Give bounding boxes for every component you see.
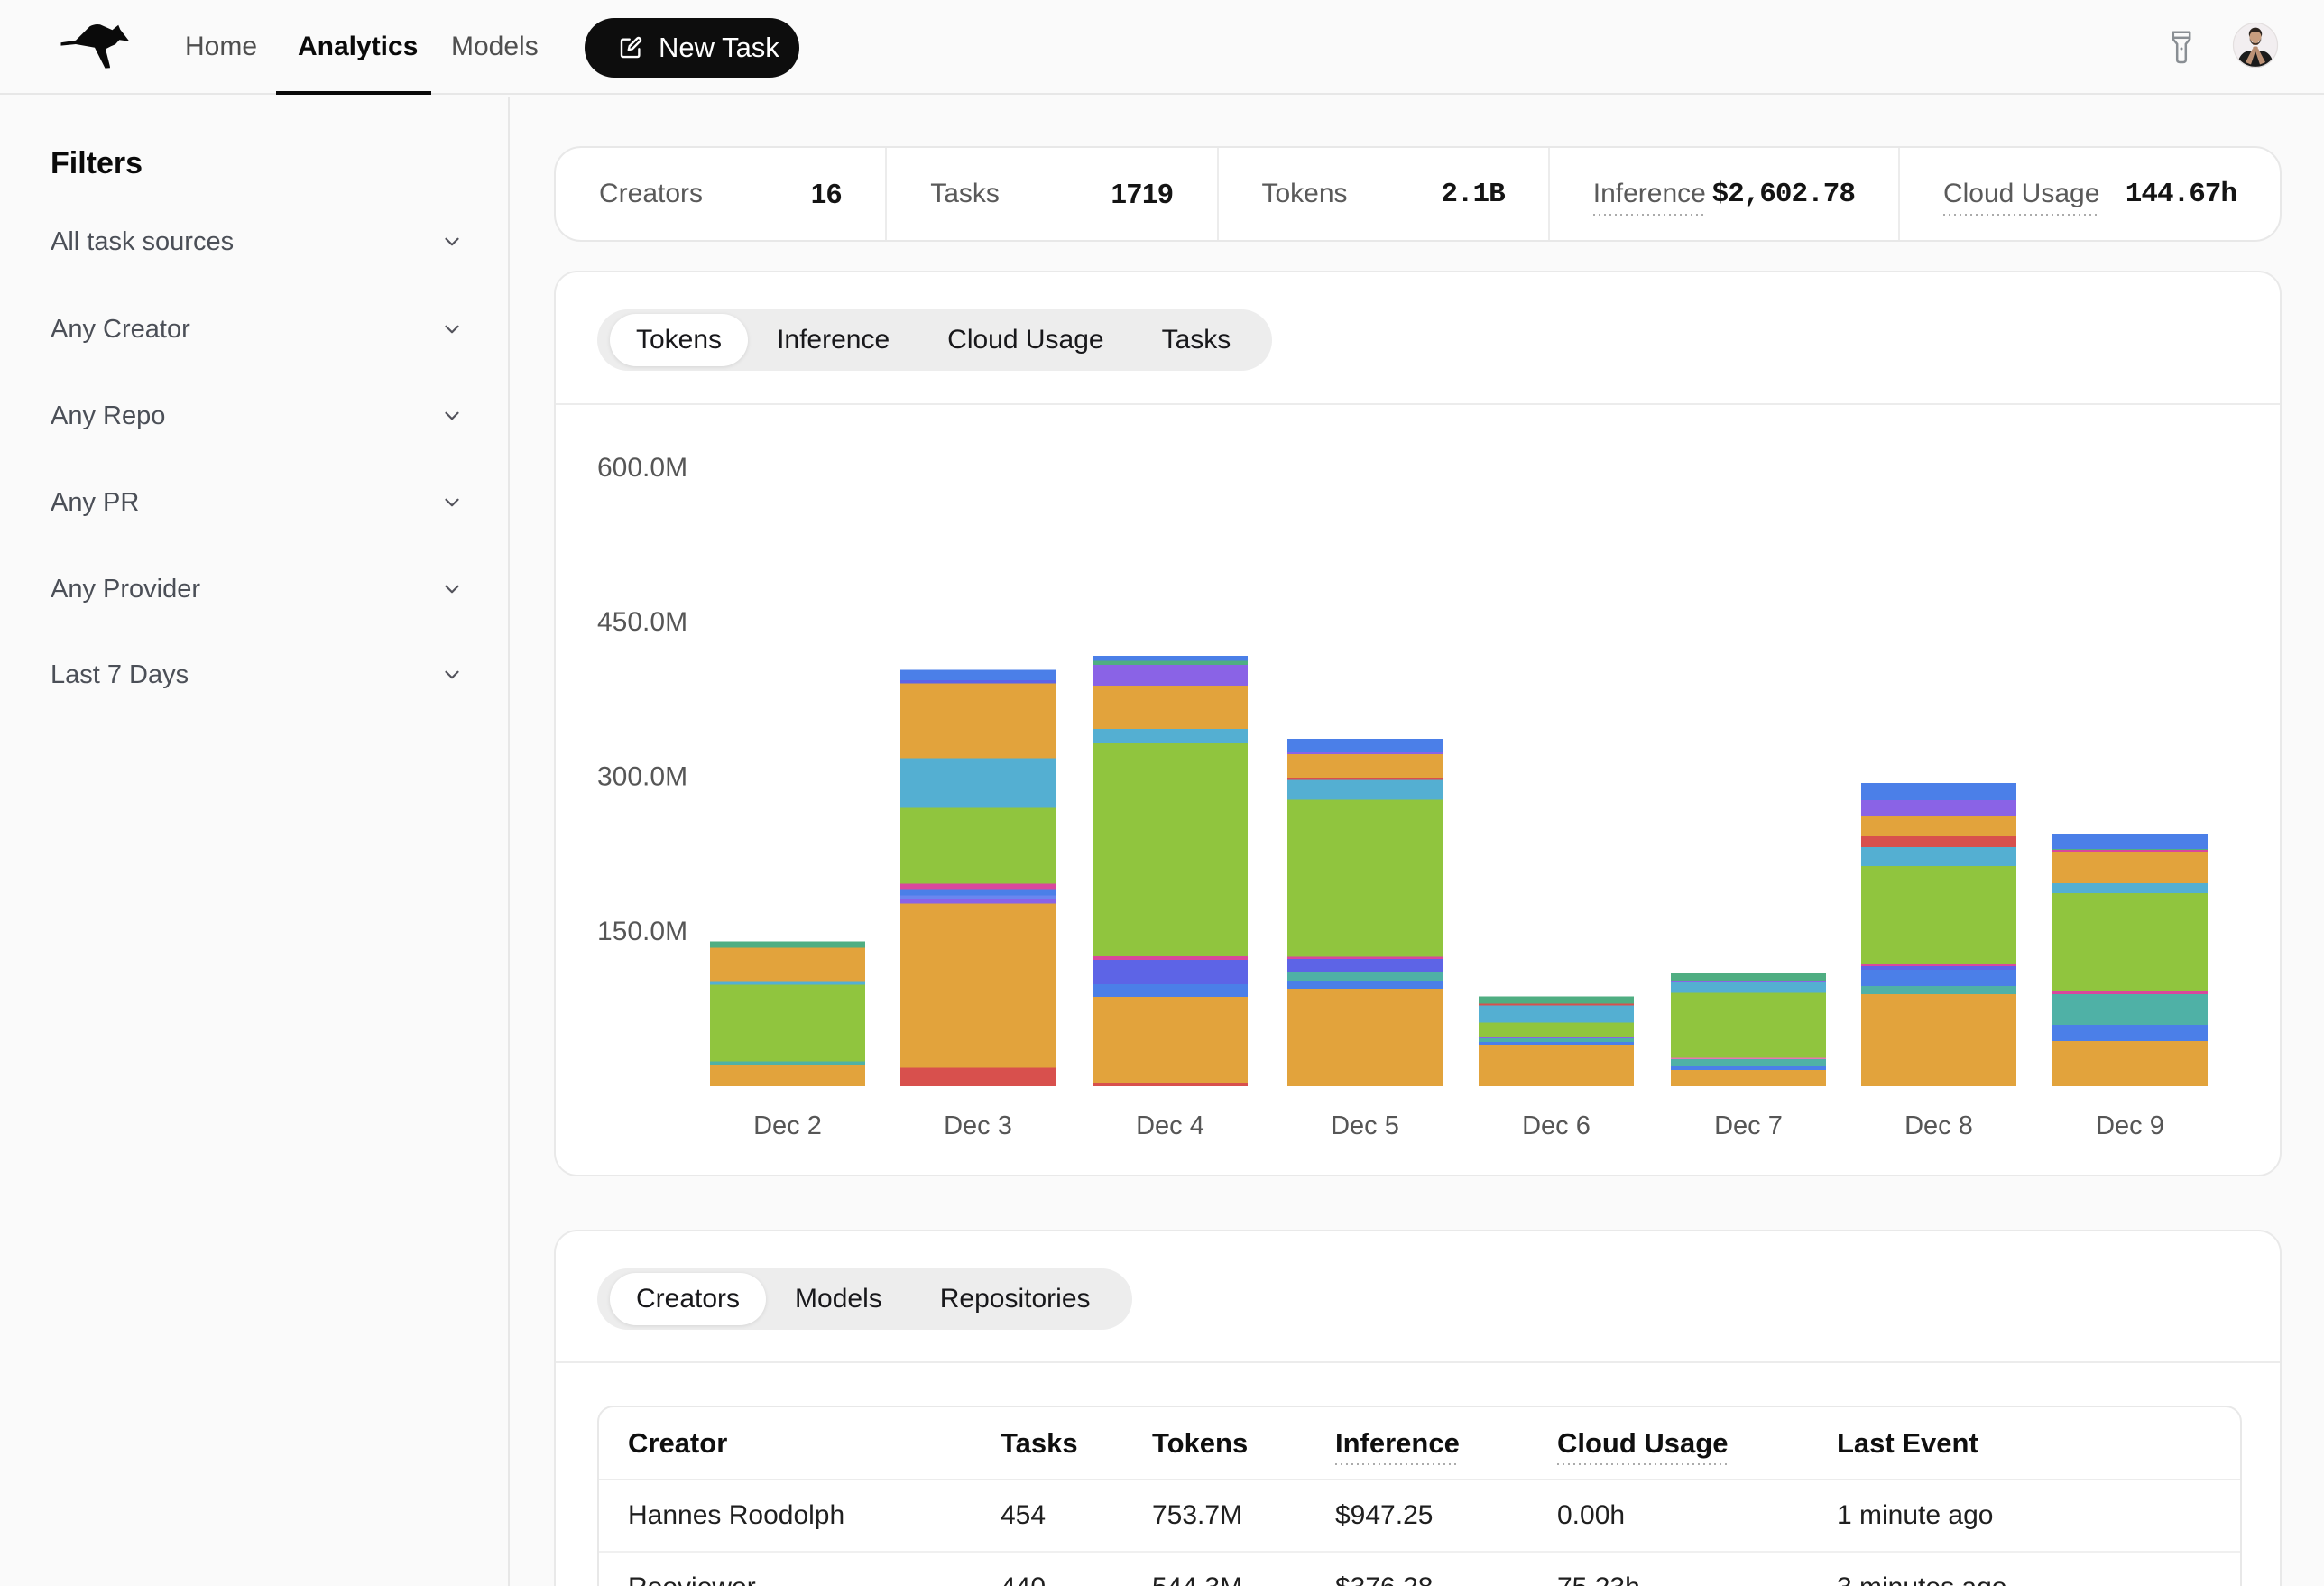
svg-text:600.0M: 600.0M [597,453,687,483]
svg-text:Dec 7: Dec 7 [1714,1111,1783,1140]
svg-text:Dec 4: Dec 4 [1136,1111,1204,1140]
svg-text:300.0M: 300.0M [597,762,687,792]
svg-text:Dec 9: Dec 9 [2096,1111,2164,1140]
svg-text:150.0M: 150.0M [597,917,687,946]
svg-text:Dec 5: Dec 5 [1331,1111,1399,1140]
svg-text:Dec 3: Dec 3 [944,1111,1012,1140]
svg-text:450.0M: 450.0M [597,607,687,637]
svg-text:Dec 2: Dec 2 [753,1111,822,1140]
svg-text:Dec 8: Dec 8 [1904,1111,1973,1140]
svg-text:Dec 6: Dec 6 [1522,1111,1591,1140]
